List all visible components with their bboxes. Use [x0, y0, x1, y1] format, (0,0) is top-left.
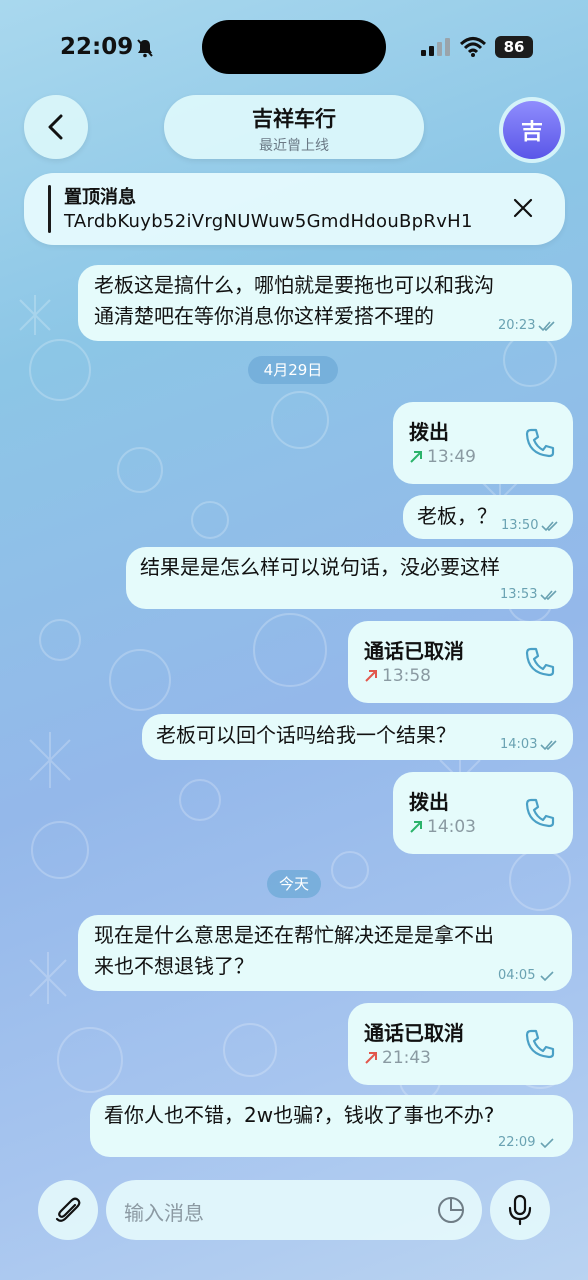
- chat-title: 吉祥车行: [252, 107, 336, 131]
- call-time: 14:03: [427, 817, 476, 837]
- status-bar: 22:09 86: [0, 0, 588, 90]
- attach-button[interactable]: [38, 1180, 98, 1240]
- microphone-icon: [508, 1194, 532, 1226]
- message-meta: 13:53: [500, 587, 558, 602]
- arrow-outgoing-icon: [410, 821, 422, 833]
- single-check-icon: [540, 970, 555, 981]
- message-text: 老板可以回个话吗给我一个结果？: [156, 723, 456, 747]
- call-status: 拨出: [409, 420, 449, 444]
- call-bubble[interactable]: 拨出 13:49: [393, 402, 573, 484]
- message-time: 20:23: [498, 318, 536, 333]
- double-check-icon: [541, 520, 559, 531]
- message-bubble[interactable]: 结果是是怎么样可以说句话，没必要这样 13:53: [126, 547, 573, 609]
- avatar-button[interactable]: 吉: [499, 97, 565, 163]
- double-check-icon: [540, 589, 558, 600]
- call-time: 13:49: [427, 447, 476, 467]
- phone-icon[interactable]: [523, 645, 557, 679]
- message-time: 22:09: [498, 1135, 536, 1150]
- message-meta: 22:09: [498, 1135, 556, 1150]
- battery-indicator: 86: [495, 36, 533, 58]
- message-meta: 13:50: [501, 518, 559, 533]
- message-meta: 04:05: [498, 968, 556, 983]
- call-meta: 14:03: [409, 817, 476, 837]
- call-meta: 13:58: [364, 666, 431, 686]
- phone-icon[interactable]: [523, 1027, 557, 1061]
- message-bubble[interactable]: 老板，？ 13:50: [403, 495, 573, 539]
- single-check-icon: [540, 1137, 555, 1148]
- message-text: 老板这是搞什么，哪怕就是要拖也可以和我沟: [94, 273, 494, 297]
- avatar: 吉: [503, 101, 561, 159]
- message-time: 04:05: [498, 968, 536, 983]
- date-separator: 今天: [267, 870, 321, 898]
- call-status: 通话已取消: [364, 639, 464, 663]
- pinned-title: 置顶消息: [64, 187, 136, 208]
- microphone-button[interactable]: [490, 1180, 550, 1240]
- message-bubble[interactable]: 现在是什么意思是还在帮忙解决还是是拿不出 来也不想退钱了？ 04:05: [78, 915, 572, 991]
- message-text: 看你人也不错，2w也骗?，钱收了事也不办?: [104, 1103, 495, 1127]
- message-text: 通清楚吧在等你消息你这样爱搭不理的: [94, 304, 434, 328]
- chat-title-pill[interactable]: 吉祥车行 最近曾上线: [164, 95, 424, 159]
- close-icon[interactable]: [512, 197, 534, 219]
- call-time: 21:43: [382, 1048, 431, 1068]
- message-bubble[interactable]: 老板这是搞什么，哪怕就是要拖也可以和我沟 通清楚吧在等你消息你这样爱搭不理的 2…: [78, 265, 572, 341]
- call-bubble[interactable]: 拨出 14:03: [393, 772, 573, 854]
- bell-muted-icon: [137, 39, 153, 58]
- message-input-placeholder: 输入消息: [124, 1201, 204, 1225]
- message-bubble[interactable]: 看你人也不错，2w也骗?，钱收了事也不办? 22:09: [90, 1095, 573, 1157]
- message-bubble[interactable]: 老板可以回个话吗给我一个结果？ 14:03: [142, 714, 573, 760]
- message-time: 14:03: [500, 737, 538, 752]
- call-status: 拨出: [409, 790, 449, 814]
- pinned-message-bar[interactable]: 置顶消息 TArdbKuyb52iVrgNUWuw5GmdHdouBpRvH1: [24, 173, 565, 245]
- call-bubble[interactable]: 通话已取消 13:58: [348, 621, 573, 703]
- arrow-outgoing-icon: [365, 1052, 377, 1064]
- sticker-icon[interactable]: [436, 1195, 466, 1225]
- call-time: 13:58: [382, 666, 431, 686]
- chat-status: 最近曾上线: [259, 138, 329, 154]
- message-text: 来也不想退钱了？: [94, 954, 254, 978]
- message-input[interactable]: 输入消息: [106, 1180, 482, 1240]
- message-meta: 14:03: [500, 737, 558, 752]
- status-time: 22:09: [60, 34, 134, 60]
- double-check-icon: [540, 739, 558, 750]
- message-meta: 20:23: [498, 318, 556, 333]
- pinned-indicator-bar: [48, 185, 51, 233]
- message-text: 结果是是怎么样可以说句话，没必要这样: [140, 555, 500, 579]
- arrow-outgoing-icon: [410, 451, 422, 463]
- arrow-outgoing-icon: [365, 670, 377, 682]
- call-status: 通话已取消: [364, 1021, 464, 1045]
- back-button[interactable]: [24, 95, 88, 159]
- paperclip-icon: [55, 1197, 81, 1222]
- chevron-left-icon: [48, 114, 63, 140]
- message-time: 13:50: [501, 518, 539, 533]
- double-check-icon: [538, 320, 556, 331]
- signal-icon: [421, 38, 450, 56]
- call-meta: 13:49: [409, 447, 476, 467]
- call-meta: 21:43: [364, 1048, 431, 1068]
- date-separator: 4月29日: [248, 356, 338, 384]
- phone-icon[interactable]: [523, 426, 557, 460]
- message-time: 13:53: [500, 587, 538, 602]
- call-bubble[interactable]: 通话已取消 21:43: [348, 1003, 573, 1085]
- message-text: 现在是什么意思是还在帮忙解决还是是拿不出: [94, 923, 494, 947]
- dynamic-island: [202, 20, 386, 74]
- phone-icon[interactable]: [523, 796, 557, 830]
- wifi-icon: [459, 37, 487, 57]
- pinned-text: TArdbKuyb52iVrgNUWuw5GmdHdouBpRvH1: [64, 211, 473, 232]
- message-text: 老板，？: [417, 504, 497, 528]
